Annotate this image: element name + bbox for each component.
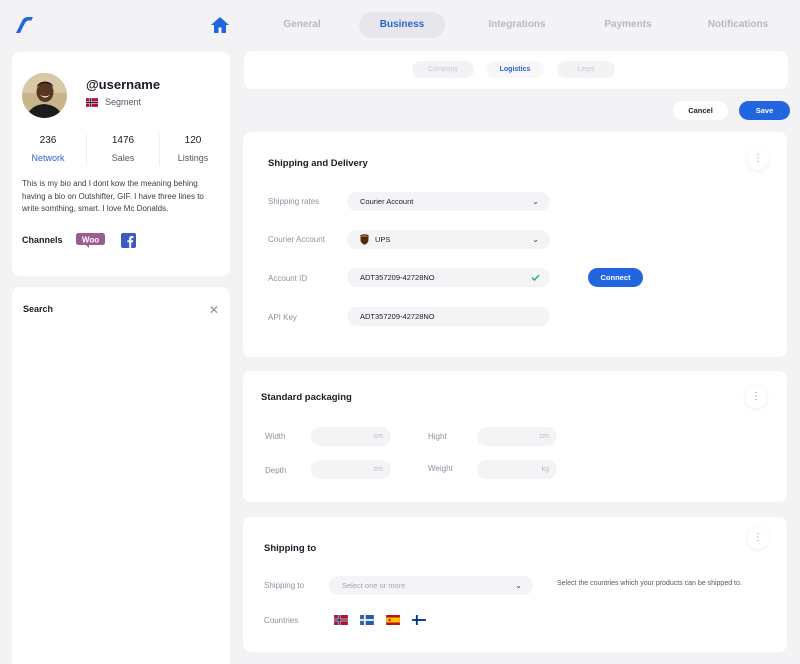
shipping-rates-label: Shipping rates	[268, 197, 320, 206]
more-options-icon[interactable]: ⋮	[747, 148, 769, 170]
section-title: Shipping and Delivery	[268, 158, 368, 169]
countries-select[interactable]: Select one or more ⌄	[329, 576, 533, 595]
svg-text:Woo: Woo	[82, 235, 99, 244]
weight-label: Weight	[428, 464, 453, 473]
check-icon	[531, 274, 540, 281]
listings-label: Listings	[177, 153, 209, 163]
unit-label: kg	[541, 466, 549, 473]
save-button[interactable]: Save	[739, 101, 790, 120]
section-title: Standard packaging	[261, 392, 352, 403]
weight-field[interactable]: kg	[477, 460, 557, 479]
brand-logo[interactable]	[14, 16, 34, 34]
woocommerce-icon[interactable]: Woo	[76, 233, 105, 248]
width-label: Width	[265, 432, 286, 441]
depth-label: Depth	[265, 466, 287, 475]
subtab-logistics[interactable]: Logistics	[486, 61, 544, 78]
finland-flag-icon[interactable]	[412, 615, 426, 625]
connect-button[interactable]: Connect	[588, 268, 643, 287]
account-id-label: Account ID	[268, 274, 308, 283]
shipping-to-label: Shipping to	[264, 581, 305, 590]
tab-payments[interactable]: Payments	[588, 12, 668, 38]
home-icon[interactable]	[210, 15, 230, 35]
sales-count: 1476	[111, 135, 135, 146]
courier-account-label: Courier Account	[268, 235, 325, 244]
hight-field[interactable]: cm	[477, 427, 557, 446]
cancel-button[interactable]: Cancel	[673, 101, 728, 120]
subtab-legal[interactable]: Legal	[557, 61, 615, 78]
avatar[interactable]	[22, 73, 67, 118]
section-title: Shipping to	[264, 543, 317, 554]
search-panel	[12, 287, 230, 664]
shipping-rates-value: Courier Account	[360, 197, 414, 206]
countries-label: Countries	[264, 616, 299, 625]
norway-flag-icon[interactable]	[334, 615, 348, 625]
finland-flag-icon[interactable]	[360, 615, 374, 625]
close-icon[interactable]: ✕	[209, 303, 219, 317]
api-key-label: API Key	[268, 313, 297, 322]
sales-label: Sales	[111, 153, 135, 163]
select-placeholder: Select one or more	[342, 581, 406, 590]
profile-bio: This is my bio and I dont kow the meanin…	[22, 179, 204, 213]
facebook-icon[interactable]	[121, 233, 136, 248]
api-key-value: ADT357209-42728NO	[360, 312, 435, 321]
unit-label: cm	[539, 433, 549, 440]
ups-logo-icon	[360, 234, 369, 245]
api-key-field[interactable]: ADT357209-42728NO	[347, 307, 550, 326]
network-label[interactable]: Network	[13, 153, 83, 163]
subtab-company[interactable]: Company	[412, 61, 474, 78]
courier-account-select[interactable]: UPS ⌄	[347, 230, 550, 249]
tab-integrations[interactable]: Integrations	[472, 12, 562, 38]
unit-label: cm	[373, 466, 383, 473]
top-navigation: General Business Integrations Payments N…	[0, 0, 800, 50]
chevron-down-icon: ⌄	[532, 235, 539, 244]
tab-general[interactable]: General	[262, 12, 342, 38]
tab-notifications[interactable]: Notifications	[700, 12, 776, 38]
spain-flag-icon[interactable]	[386, 615, 400, 625]
segment-label: Segment	[105, 97, 142, 107]
hight-label: Hight	[428, 432, 447, 441]
tab-business[interactable]: Business	[359, 12, 445, 38]
courier-account-value: UPS	[375, 235, 391, 244]
chevron-down-icon: ⌄	[532, 197, 539, 206]
shipping-rates-select[interactable]: Courier Account ⌄	[347, 192, 550, 211]
more-options-icon[interactable]: ⋮	[747, 527, 769, 549]
username: @username	[86, 77, 161, 92]
unit-label: cm	[373, 433, 383, 440]
channels-label: Channels	[22, 235, 63, 245]
listings-count: 120	[184, 135, 202, 146]
account-id-field[interactable]: ADT357209-42728NO	[347, 268, 550, 287]
depth-field[interactable]: cm	[311, 460, 391, 479]
shipping-hint: Select the countries which your products…	[557, 580, 742, 587]
account-id-value: ADT357209-42728NO	[360, 273, 435, 282]
chevron-down-icon: ⌄	[515, 581, 522, 590]
width-field[interactable]: cm	[311, 427, 391, 446]
search-title: Search	[23, 304, 54, 314]
norway-flag-icon	[86, 98, 98, 107]
more-options-icon[interactable]: ⋮	[745, 386, 767, 408]
stat-divider	[86, 134, 87, 166]
network-count: 236	[39, 135, 57, 146]
